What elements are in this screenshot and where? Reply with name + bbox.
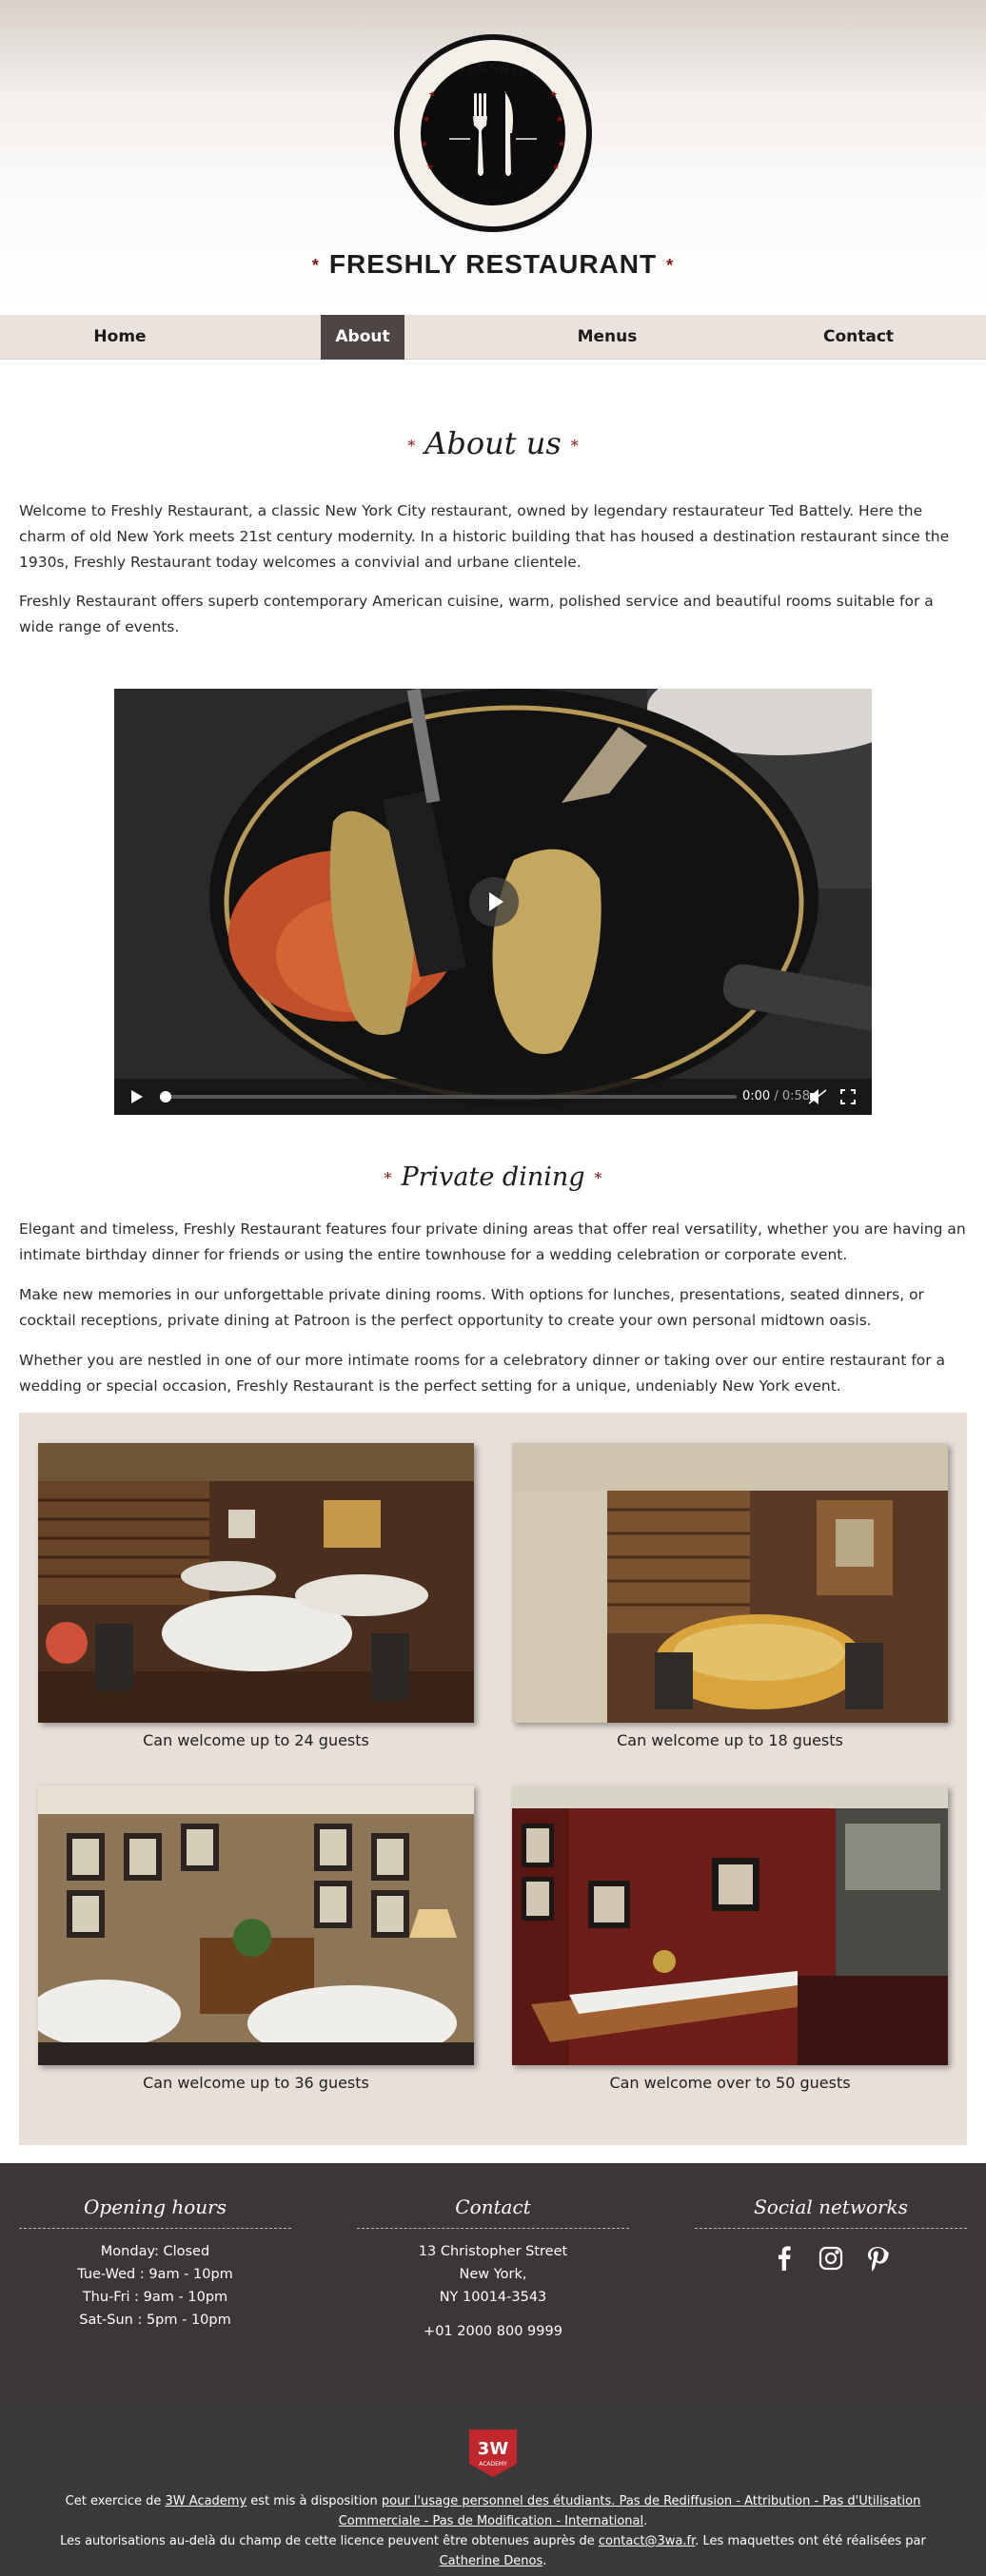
author-link[interactable]: Catherine Denos	[440, 2554, 543, 2568]
legal-footer: 3W ACADEMY Cet exercice de 3W Academy es…	[0, 2406, 986, 2576]
video-player[interactable]: 0:00 / 0:58	[114, 689, 872, 1115]
site-footer: Opening hours Monday: Closed Tue-Wed : 9…	[0, 2163, 986, 2406]
facebook-icon[interactable]	[770, 2244, 799, 2273]
video-controls: 0:00 / 0:58	[114, 1079, 872, 1115]
private-dining-paragraph: Make new memories in our unforgettable p…	[19, 1286, 924, 1329]
about-paragraph: Welcome to Freshly Restaurant, a classic…	[19, 502, 950, 571]
svg-text:★: ★	[428, 90, 436, 100]
play-overlay-button[interactable]	[469, 877, 519, 927]
fullscreen-icon[interactable]	[838, 1079, 858, 1115]
mute-icon[interactable]	[807, 1079, 828, 1115]
svg-text:FRESHLY: FRESHLY	[456, 62, 529, 85]
gallery-item[interactable]: Can welcome up to 18 guests	[512, 1443, 948, 1749]
star-icon: *	[594, 1169, 602, 1187]
site-title: * FRESHLY RESTAURANT *	[311, 249, 675, 279]
opening-hours: Opening hours Monday: Closed Tue-Wed : 9…	[19, 2163, 291, 2332]
private-dining-paragraph: Whether you are nestled in one of our mo…	[19, 1352, 946, 1395]
room-caption: Can welcome up to 36 guests	[143, 2074, 369, 2092]
video-time: 0:00 / 0:58	[742, 1089, 811, 1103]
nav-item-home[interactable]: Home	[0, 315, 240, 360]
pinterest-icon[interactable]	[863, 2244, 892, 2273]
svg-text:★: ★	[558, 140, 565, 149]
gallery-item[interactable]: Can welcome up to 36 guests	[38, 1786, 474, 2092]
private-dining-paragraph: Elegant and timeless, Freshly Restaurant…	[19, 1220, 966, 1263]
social-title: Social networks	[695, 2195, 967, 2229]
about-paragraph: Freshly Restaurant offers superb contemp…	[19, 593, 934, 635]
opening-hours-title: Opening hours	[19, 2195, 291, 2229]
video-progress-bar[interactable]	[162, 1095, 737, 1099]
nav-item-about[interactable]: About	[321, 315, 404, 360]
star-icon: *	[384, 1169, 392, 1187]
room-caption: Can welcome up to 18 guests	[617, 1731, 843, 1749]
svg-text:★: ★	[426, 163, 434, 172]
nav-item-contact[interactable]: Contact	[742, 315, 975, 360]
social-networks: Social networks	[695, 2163, 967, 2276]
star-icon: *	[666, 256, 675, 276]
star-icon: *	[311, 256, 320, 276]
svg-text:FOOD AND DRINK: FOOD AND DRINK	[445, 172, 540, 201]
3w-academy-link[interactable]: 3W Academy	[166, 2494, 247, 2508]
svg-text:3W: 3W	[478, 2439, 509, 2459]
private-dining-gallery: Can welcome up to 24 guests Can welcome …	[19, 1413, 967, 2145]
about-title: * About us *	[407, 425, 579, 461]
play-icon[interactable]	[126, 1079, 148, 1115]
star-icon: *	[570, 437, 579, 455]
phone-number[interactable]: +01 2000 800 9999	[357, 2320, 629, 2343]
instagram-icon[interactable]	[817, 2244, 845, 2273]
svg-text:★: ★	[423, 115, 430, 125]
svg-text:★: ★	[552, 163, 560, 172]
license-link[interactable]: pour l'usage personnel des étudiants. Pa…	[339, 2494, 921, 2528]
svg-text:★: ★	[556, 115, 563, 125]
contact-info: Contact 13 Christopher Street New York, …	[357, 2163, 629, 2343]
gallery-item[interactable]: Can welcome up to 24 guests	[38, 1443, 474, 1749]
site-header: ★ ★ ★ ★ ★ ★ ★ ★ FRESHLY FOOD AND DRINK *…	[0, 0, 986, 315]
nav-item-menus[interactable]: Menus	[485, 315, 729, 360]
private-dining-title: * Private dining *	[384, 1162, 602, 1192]
contact-title: Contact	[357, 2195, 629, 2229]
video-scrubber-knob[interactable]	[160, 1091, 171, 1103]
room-caption: Can welcome over to 50 guests	[609, 2074, 851, 2092]
star-icon: *	[407, 437, 416, 455]
svg-text:ACADEMY: ACADEMY	[479, 2461, 507, 2468]
main-nav: Home About Menus Contact	[0, 315, 986, 360]
contact-email-link[interactable]: contact@3wa.fr	[599, 2534, 695, 2548]
gallery-item[interactable]: Can welcome over to 50 guests	[512, 1786, 948, 2092]
fork-knife-icon: ★ ★ ★ ★ ★ ★ ★ ★ FRESHLY FOOD AND DRINK	[421, 62, 565, 201]
room-photo	[512, 1443, 948, 1723]
license-text: Cet exercice de 3W Academy est mis à dis…	[60, 2494, 926, 2568]
svg-text:★: ★	[550, 90, 558, 100]
room-caption: Can welcome up to 24 guests	[143, 1731, 369, 1749]
room-photo	[38, 1786, 474, 2065]
freshly-logo[interactable]: ★ ★ ★ ★ ★ ★ ★ ★ FRESHLY FOOD AND DRINK	[394, 34, 592, 232]
svg-text:★: ★	[421, 140, 428, 149]
room-photo	[512, 1786, 948, 2065]
room-photo	[38, 1443, 474, 1723]
3w-academy-logo[interactable]: 3W ACADEMY	[469, 2430, 517, 2477]
